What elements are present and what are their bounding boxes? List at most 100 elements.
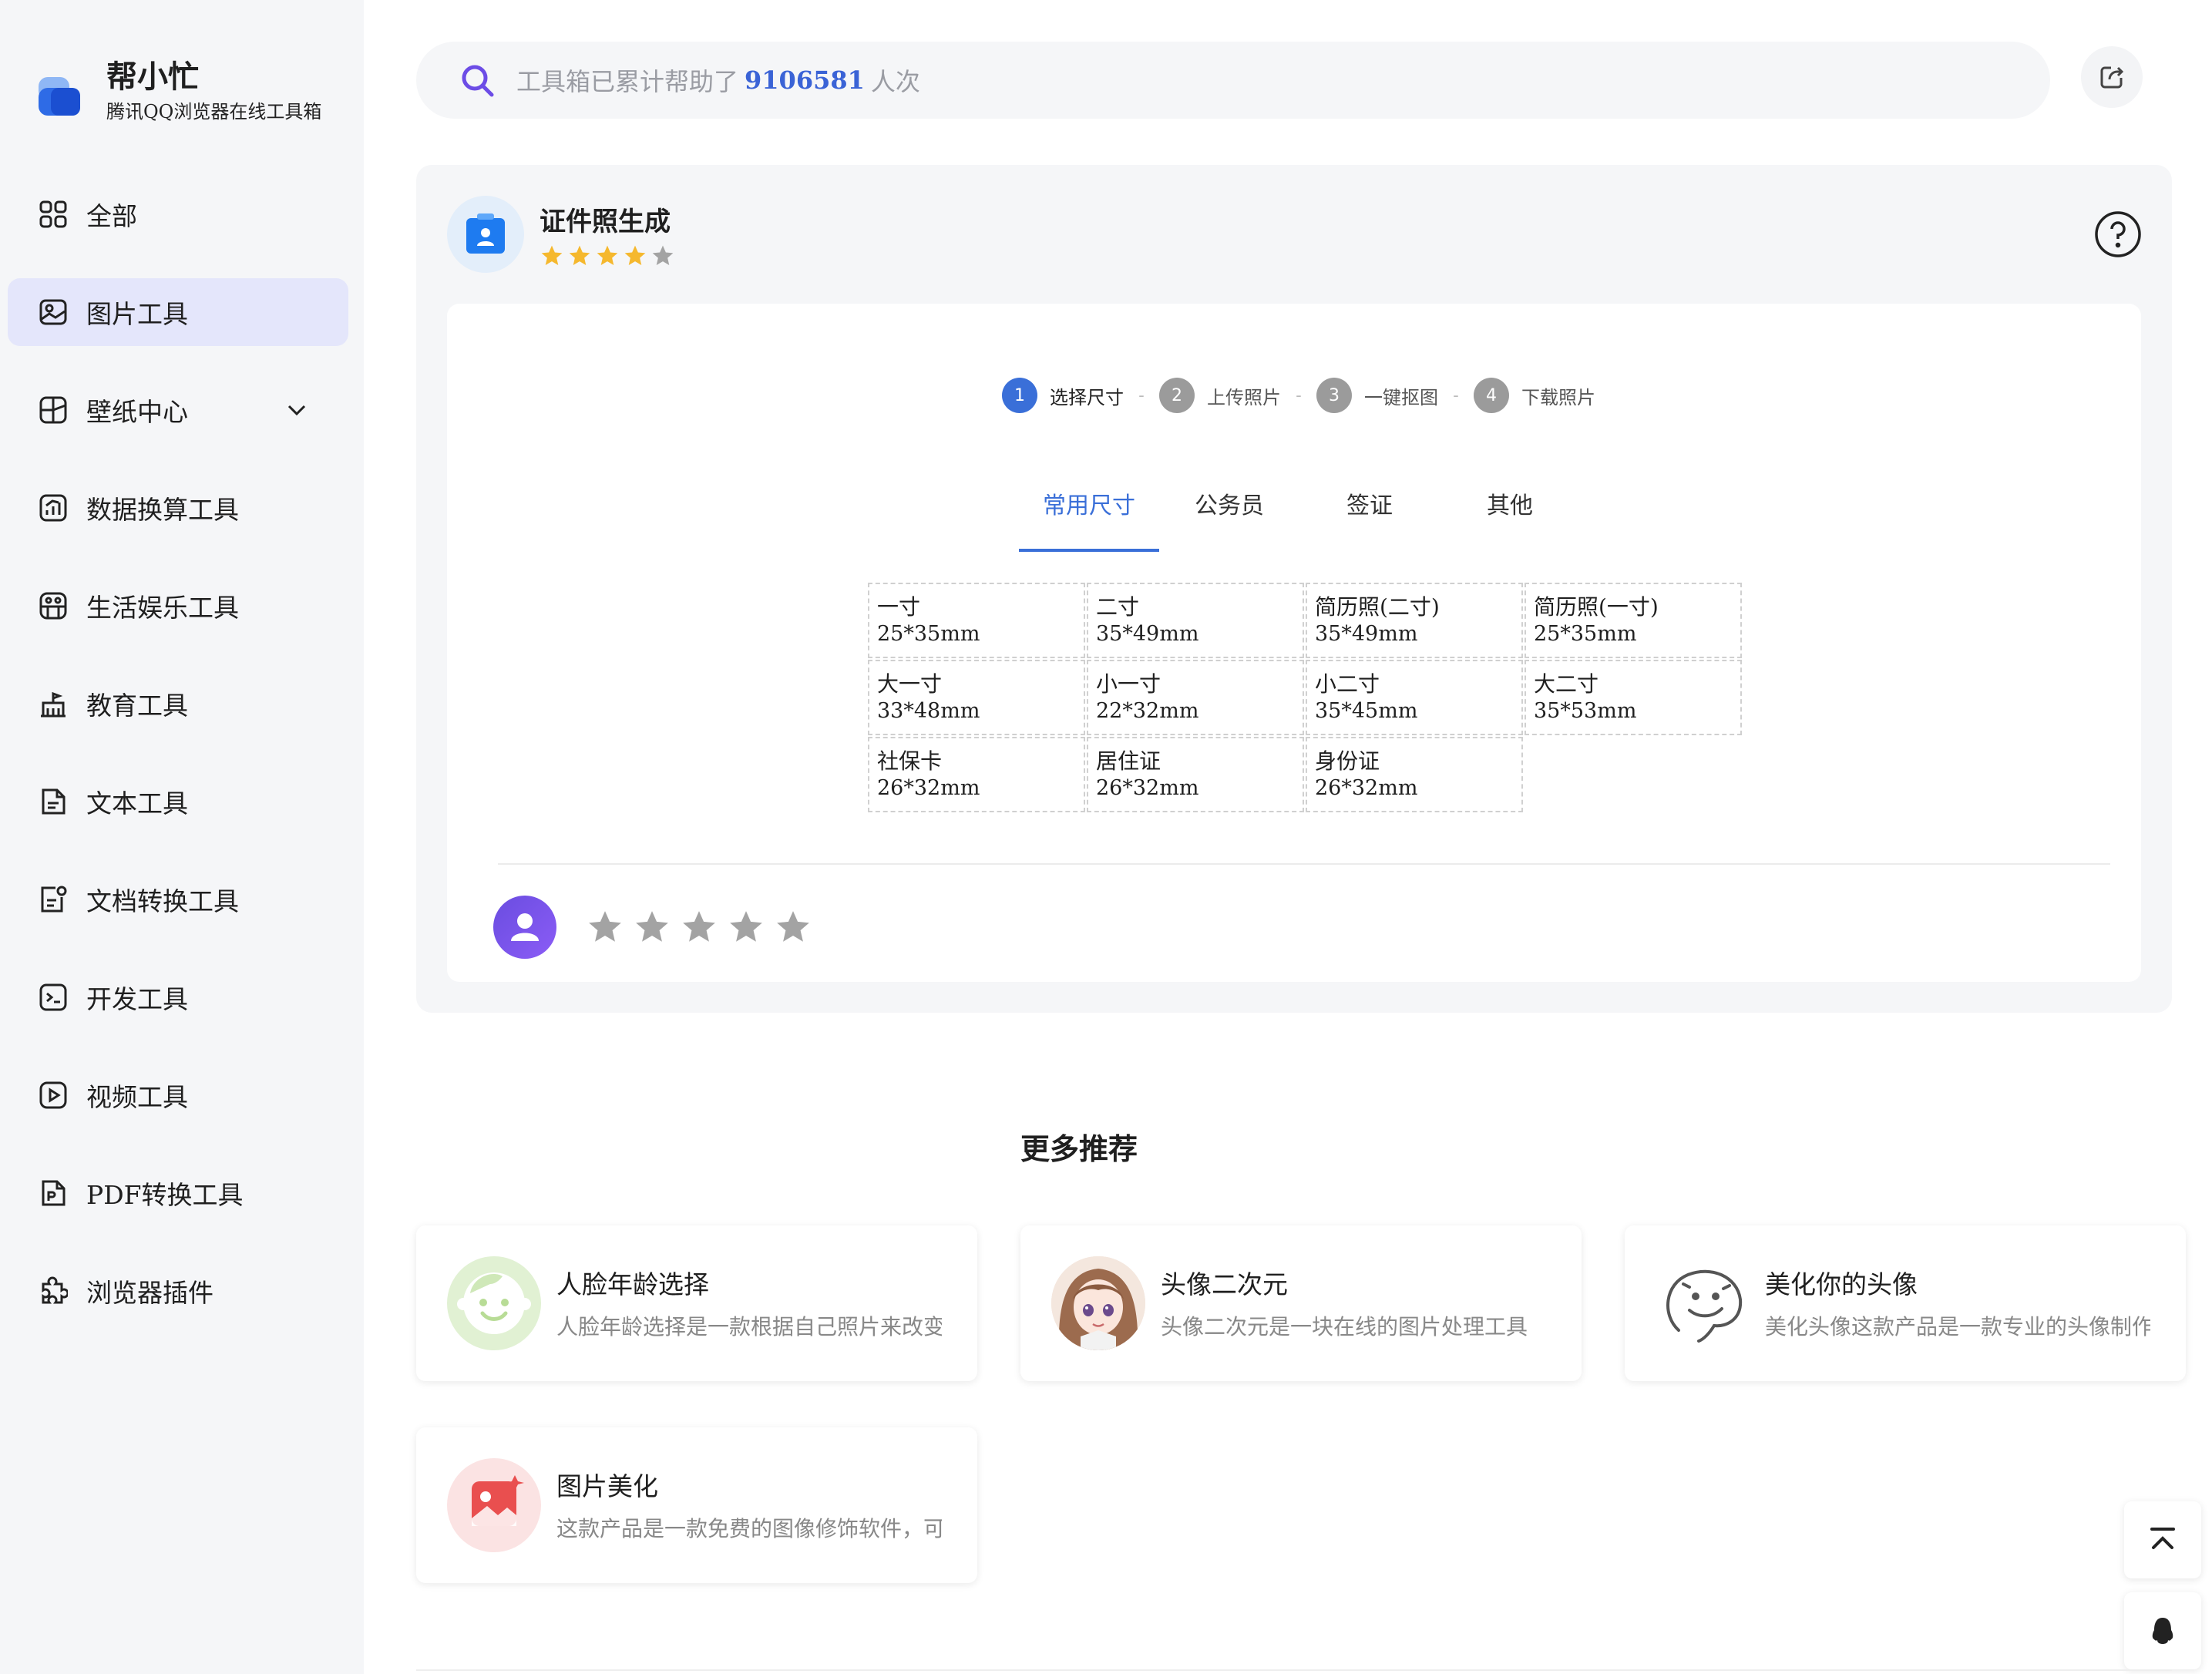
star-empty-icon[interactable]	[774, 908, 812, 946]
card-title: 头像二次元	[1161, 1269, 1288, 1299]
sidebar-item-video-tools[interactable]: 视频工具	[8, 1061, 348, 1129]
sidebar-item-label: 教育工具	[86, 691, 188, 721]
size-name: 二寸	[1096, 594, 1140, 620]
size-name: 社保卡	[877, 748, 943, 774]
tool-content: 1 选择尺寸 - 2 上传照片 - 3 一键抠图 - 4 下载照片 常用尺寸 公…	[447, 304, 2141, 982]
size-option[interactable]: 简历照(二寸) 35*49mm	[1306, 583, 1523, 658]
avatar	[493, 896, 556, 959]
size-option[interactable]: 小二寸 35*45mm	[1306, 660, 1523, 735]
tool-rating	[540, 244, 678, 268]
tab-other[interactable]: 其他	[1440, 487, 1580, 552]
recommendation-card-photo-beautify[interactable]: 图片美化 这款产品是一款免费的图像修饰软件，可以美化图片	[416, 1427, 977, 1583]
tab-civil-servant[interactable]: 公务员	[1159, 487, 1299, 552]
sidebar-item-text-tools[interactable]: 文本工具	[8, 768, 348, 835]
step-separator: -	[1296, 385, 1302, 405]
size-option[interactable]: 身份证 26*32mm	[1306, 737, 1523, 812]
size-name: 大二寸	[1534, 671, 1599, 697]
more-recommendations-title: 更多推荐	[1020, 1131, 1138, 1166]
size-option[interactable]: 社保卡 26*32mm	[868, 737, 1085, 812]
size-name: 简历照(二寸)	[1315, 594, 1440, 620]
pdf-icon	[39, 1178, 68, 1208]
card-description: 人脸年龄选择是一款根据自己照片来改变年龄的工具	[556, 1314, 942, 1340]
sidebar-item-all[interactable]: 全部	[8, 180, 348, 248]
star-icon	[567, 244, 592, 268]
sidebar-item-label: 浏览器插件	[86, 1278, 213, 1308]
brand-logo-icon	[35, 63, 83, 119]
arrow-up-icon	[2147, 1524, 2178, 1555]
size-option[interactable]: 小一寸 22*32mm	[1087, 660, 1304, 735]
tool-logo	[447, 196, 524, 273]
recommendation-card-face-age[interactable]: 人脸年龄选择 人脸年龄选择是一款根据自己照片来改变年龄的工具	[416, 1225, 977, 1381]
back-to-top-button[interactable]	[2124, 1501, 2201, 1578]
wallpaper-icon	[39, 395, 68, 425]
brand-subtitle: 腾讯QQ浏览器在线工具箱	[106, 101, 322, 123]
chart-icon	[39, 493, 68, 523]
step-download: 4 下载照片	[1474, 378, 1595, 413]
sidebar-item-browser-plugins[interactable]: 浏览器插件	[8, 1257, 348, 1325]
size-option[interactable]: 一寸 25*35mm	[868, 583, 1085, 658]
size-dimensions: 26*32mm	[1096, 776, 1199, 800]
recommendation-card-beautify-avatar[interactable]: 美化你的头像 美化头像这款产品是一款专业的头像制作工具	[1625, 1225, 2186, 1381]
footer-divider	[416, 1669, 2172, 1671]
step-label: 选择尺寸	[1050, 386, 1124, 408]
star-empty-icon[interactable]	[680, 908, 718, 946]
sidebar-item-label: 图片工具	[86, 299, 188, 329]
sidebar-item-data-conversion[interactable]: 数据换算工具	[8, 474, 348, 542]
size-dimensions: 35*53mm	[1534, 699, 1637, 723]
step-label: 下载照片	[1521, 386, 1595, 408]
search-icon	[459, 62, 495, 98]
search-bar[interactable]: 工具箱已累计帮助了 9106581 人次	[416, 42, 2050, 119]
school-icon	[39, 689, 68, 718]
size-option[interactable]: 简历照(一寸) 25*35mm	[1525, 583, 1742, 658]
step-number: 1	[1002, 378, 1037, 413]
anime-avatar-icon	[1051, 1256, 1145, 1350]
step-number: 4	[1474, 378, 1509, 413]
size-dimensions: 26*32mm	[1315, 776, 1418, 800]
puzzle-icon	[39, 1276, 68, 1306]
sidebar-item-doc-convert[interactable]: 文档转换工具	[8, 866, 348, 933]
size-option[interactable]: 二寸 35*49mm	[1087, 583, 1304, 658]
question-icon	[2093, 210, 2143, 259]
qq-contact-button[interactable]	[2124, 1592, 2201, 1669]
sidebar-item-education[interactable]: 教育工具	[8, 670, 348, 738]
sidebar-item-pdf-tools[interactable]: PDF转换工具	[8, 1159, 348, 1227]
step-upload-photo: 2 上传照片	[1159, 378, 1281, 413]
sidebar-item-wallpaper[interactable]: 壁纸中心	[8, 376, 348, 444]
sidebar-item-image-tools[interactable]: 图片工具	[8, 278, 348, 346]
star-icon	[623, 244, 647, 268]
size-name: 居住证	[1096, 748, 1161, 774]
tool-title: 证件照生成	[540, 207, 671, 237]
star-empty-icon[interactable]	[586, 908, 624, 946]
star-empty-icon[interactable]	[633, 908, 671, 946]
size-dimensions: 25*35mm	[1534, 622, 1637, 646]
size-option[interactable]: 大一寸 33*48mm	[868, 660, 1085, 735]
size-dimensions: 33*48mm	[877, 699, 980, 723]
sidebar-nav: 全部 图片工具 壁纸中心 数据换算工具 生活娱乐工具 教育工具 文本工具 文档转…	[8, 180, 348, 1355]
star-empty-icon	[650, 244, 675, 268]
sidebar-item-label: 视频工具	[86, 1082, 188, 1112]
share-icon	[2099, 64, 2125, 90]
entertainment-icon	[39, 591, 68, 620]
step-number: 2	[1159, 378, 1195, 413]
size-option[interactable]: 大二寸 35*53mm	[1525, 660, 1742, 735]
recommendation-card-anime-avatar[interactable]: 头像二次元 头像二次元是一块在线的图片处理工具	[1020, 1225, 1582, 1381]
sidebar-item-entertainment[interactable]: 生活娱乐工具	[8, 572, 348, 640]
tab-visa[interactable]: 签证	[1299, 487, 1440, 552]
star-empty-icon[interactable]	[727, 908, 765, 946]
step-separator: -	[1453, 385, 1459, 405]
share-button[interactable]	[2081, 46, 2143, 108]
user-icon	[505, 907, 545, 947]
brand-name: 帮小忙	[106, 59, 199, 95]
size-option[interactable]: 居住证 26*32mm	[1087, 737, 1304, 812]
step-cutout: 3 一键抠图	[1316, 378, 1438, 413]
help-button[interactable]	[2093, 210, 2143, 259]
sidebar-item-dev-tools[interactable]: 开发工具	[8, 963, 348, 1031]
chevron-down-icon[interactable]	[287, 400, 307, 420]
star-icon	[540, 244, 564, 268]
sidebar-item-label: 开发工具	[86, 984, 188, 1014]
tab-common-sizes[interactable]: 常用尺寸	[1019, 487, 1159, 552]
card-title: 图片美化	[556, 1471, 658, 1501]
document-icon	[39, 787, 68, 816]
card-title: 美化你的头像	[1765, 1269, 1918, 1299]
brand[interactable]: 帮小忙 腾讯QQ浏览器在线工具箱	[35, 59, 321, 123]
